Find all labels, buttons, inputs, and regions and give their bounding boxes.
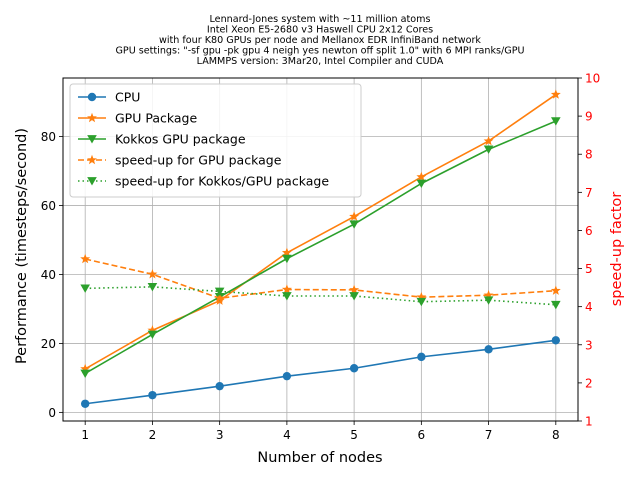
data-point	[148, 390, 157, 400]
title-line: LAMMPS version: 3Mar20, Intel Compiler a…	[197, 56, 444, 67]
data-point	[484, 345, 493, 354]
data-point	[80, 399, 90, 408]
x-axis: 1 2 3 4 5 6 7 8	[81, 421, 560, 442]
y2-axis-label: speed-up factor	[609, 192, 625, 307]
x-tick-label: 4	[283, 428, 291, 442]
data-point	[147, 330, 158, 340]
y-tick-label: 40	[41, 268, 56, 282]
legend-label: Kokkos GPU package	[115, 132, 246, 147]
legend-label: CPU	[115, 90, 140, 105]
data-point	[416, 179, 427, 189]
x-axis-label: Number of nodes	[257, 450, 382, 466]
y-axis-left: 0 20 40 60 80	[41, 130, 63, 420]
legend-label: GPU Package	[115, 111, 197, 126]
y-tick-label: 0	[48, 406, 56, 420]
x-tick-label: 1	[81, 428, 89, 442]
y2-tick-label: 1	[585, 415, 593, 429]
y2-tick-label: 10	[585, 72, 600, 86]
y-tick-label: 20	[41, 337, 56, 351]
data-point	[80, 369, 90, 378]
y2-tick-label: 8	[585, 148, 593, 162]
y2-tick-label: 2	[585, 376, 593, 390]
series-line	[85, 258, 556, 300]
y2-tick-label: 5	[585, 262, 593, 276]
y2-tick-label: 9	[585, 110, 593, 124]
x-tick-label: 7	[485, 428, 493, 442]
x-tick-label: 8	[552, 428, 560, 442]
data-point	[80, 284, 90, 293]
legend-label: speed-up for Kokkos/GPU package	[115, 174, 329, 189]
title-line: with four K80 GPUs per node and Mellanox…	[159, 35, 481, 46]
data-point	[282, 254, 292, 264]
data-point	[215, 381, 224, 391]
x-tick-label: 6	[418, 428, 426, 442]
y2-tick-label: 6	[585, 224, 593, 238]
x-tick-label: 2	[149, 428, 157, 442]
x-tick-label: 5	[350, 428, 358, 442]
title-line: Intel Xeon E5-2680 v3 Haswell CPU 2x12 C…	[207, 25, 433, 36]
data-point	[417, 352, 426, 362]
data-point	[282, 371, 292, 381]
data-point	[349, 364, 359, 373]
y-tick-label: 80	[41, 130, 56, 144]
chart: Lennard-Jones system with ~11 million at…	[14, 14, 625, 466]
title-line: GPU settings: "-sf gpu -pk gpu 4 neigh y…	[115, 46, 524, 57]
data-point	[483, 145, 494, 154]
x-tick-label: 3	[216, 428, 224, 442]
legend-marker	[87, 92, 97, 102]
title-line: Lennard-Jones system with ~11 million at…	[209, 14, 430, 25]
data-point	[551, 117, 561, 126]
y2-tick-label: 3	[585, 338, 593, 352]
y-axis-label: Performance (timesteps/second)	[14, 128, 30, 364]
series-0	[80, 336, 561, 408]
data-point	[551, 336, 561, 345]
y-tick-label: 60	[41, 199, 56, 213]
y-axis-right: 1 2 3 4 5 6 7 8 9 10	[578, 72, 600, 429]
y2-tick-label: 7	[585, 186, 593, 200]
chart-title: Lennard-Jones system with ~11 million at…	[115, 14, 524, 67]
data-point	[349, 220, 359, 229]
y2-tick-label: 4	[585, 300, 593, 314]
legend: CPU GPU Package Kokkos GPU package speed-up…	[69, 83, 362, 198]
legend-label: speed-up for GPU package	[115, 153, 282, 168]
